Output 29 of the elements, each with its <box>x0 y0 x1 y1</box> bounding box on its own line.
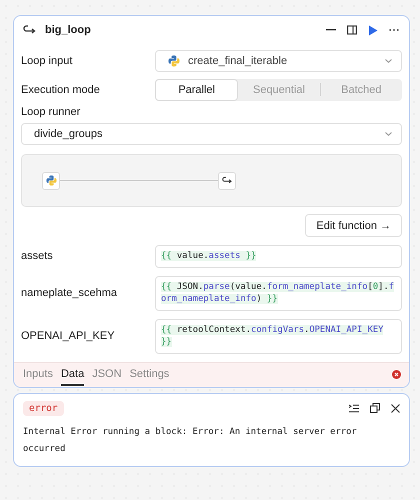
param-label: OPENAI_API_KEY <box>21 330 116 342</box>
edit-function-button[interactable]: Edit function → <box>305 214 402 237</box>
panel-tab[interactable]: Data <box>60 364 84 386</box>
block-title: big_loop <box>45 24 91 36</box>
mode-option[interactable]: Parallel <box>155 78 238 100</box>
loop-runner-select[interactable]: divide_groups <box>21 123 402 145</box>
chevron-icon <box>385 58 392 62</box>
list-icon[interactable] <box>349 404 359 412</box>
python-icon <box>46 175 56 186</box>
loop-node[interactable] <box>218 172 236 190</box>
error-badge: error <box>23 400 64 416</box>
minimize-icon[interactable] <box>326 29 336 31</box>
python-node[interactable] <box>42 172 60 190</box>
code-field[interactable]: {{ retoolContext.configVars.OPENAI_API_KEY }} <box>155 318 402 354</box>
field-label: Loop input <box>21 54 74 66</box>
param-label: assets <box>21 250 54 262</box>
sidebar-icon[interactable] <box>347 25 357 35</box>
code-field[interactable]: {{ value.assets }} <box>155 245 402 268</box>
loop-input-select[interactable]: create_final_iterable <box>155 50 402 72</box>
param-label: nameplate_scehma <box>21 287 118 299</box>
chevron-icon <box>385 132 392 136</box>
loop-icon <box>222 175 232 186</box>
field-label: Loop runner <box>21 106 82 118</box>
code-field[interactable]: {{ JSON.parse(value.form_nameplate_info[0].form_nameplate_info) }} <box>155 276 402 310</box>
close-icon[interactable] <box>391 404 400 412</box>
field-label: Execution mode <box>21 84 101 96</box>
copy-icon[interactable] <box>370 403 380 413</box>
error-message: Internal Error running a block: Error: An internal server error occurred <box>23 426 358 456</box>
play-icon[interactable] <box>368 24 378 36</box>
